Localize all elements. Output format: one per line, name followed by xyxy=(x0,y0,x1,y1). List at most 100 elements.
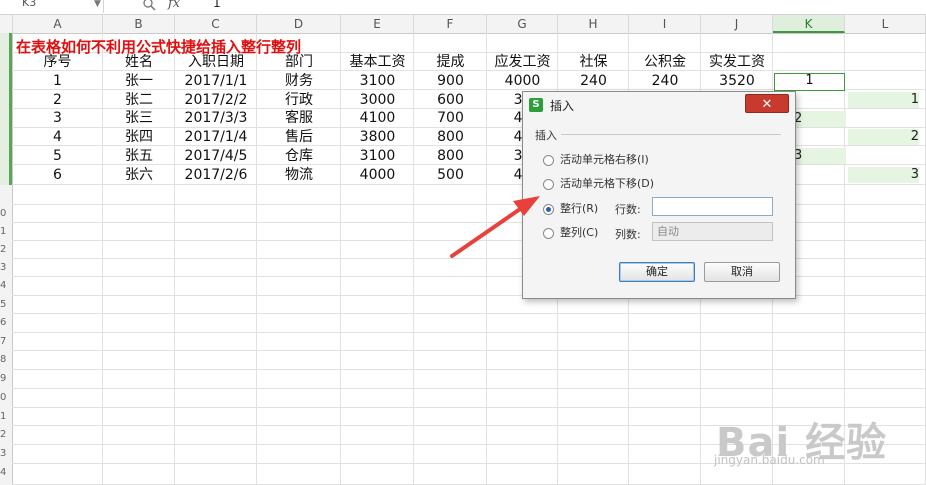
table-cell[interactable]: 张三 xyxy=(103,109,175,127)
row-header[interactable]: 9 xyxy=(0,370,12,388)
header-cell[interactable]: 社保 xyxy=(558,53,629,71)
option-shift-right[interactable]: 活动单元格右移(I) xyxy=(543,151,649,167)
row-header[interactable]: 7 xyxy=(0,333,12,351)
table-cell[interactable]: 800 xyxy=(414,128,487,146)
table-cell[interactable]: 5 xyxy=(12,147,103,165)
table-cell[interactable]: 3520 xyxy=(701,72,773,90)
row-header[interactable]: 2 xyxy=(0,426,12,444)
cell-k7[interactable]: 3 xyxy=(794,148,846,164)
table-cell[interactable]: 2017/1/4 xyxy=(175,128,257,146)
row-header[interactable]: 6 xyxy=(0,314,12,332)
cell-l4[interactable]: 1 xyxy=(848,92,919,108)
table-cell[interactable]: 6 xyxy=(12,166,103,184)
header-cell[interactable]: 序号 xyxy=(12,53,103,71)
table-cell[interactable]: 售后 xyxy=(257,128,341,146)
column-header-i[interactable]: I xyxy=(629,15,701,33)
table-cell[interactable]: 2017/4/5 xyxy=(175,147,257,165)
column-header-a[interactable]: A xyxy=(13,15,103,33)
header-cell[interactable]: 姓名 xyxy=(103,53,175,71)
option-entire-column[interactable]: 整列(C) xyxy=(543,224,598,240)
table-cell[interactable]: 4000 xyxy=(341,166,414,184)
cell-l6[interactable]: 2 xyxy=(848,129,919,145)
cell-k5[interactable]: 2 xyxy=(794,111,846,127)
table-cell[interactable]: 物流 xyxy=(257,166,341,184)
table-cell[interactable]: 张一 xyxy=(103,72,175,90)
table-cell[interactable]: 240 xyxy=(629,72,701,90)
cell-l8[interactable]: 3 xyxy=(848,167,919,183)
table-cell[interactable]: 仓库 xyxy=(257,147,341,165)
radio-shift-right[interactable] xyxy=(543,154,554,166)
table-cell[interactable]: 2017/2/2 xyxy=(175,91,257,109)
row-header[interactable]: 3 xyxy=(0,445,12,463)
table-cell[interactable]: 张二 xyxy=(103,91,175,109)
table-cell[interactable]: 1 xyxy=(12,72,103,90)
table-cell[interactable]: 张六 xyxy=(103,166,175,184)
table-cell[interactable]: 张五 xyxy=(103,147,175,165)
column-header-e[interactable]: E xyxy=(341,15,414,33)
header-cell[interactable]: 实发工资 xyxy=(701,53,773,71)
radio-shift-down[interactable] xyxy=(543,178,554,190)
rows-input[interactable] xyxy=(652,197,773,216)
table-cell[interactable]: 3 xyxy=(12,109,103,127)
zoom-icon[interactable] xyxy=(142,0,156,11)
table-cell[interactable]: 800 xyxy=(414,147,487,165)
table-cell[interactable]: 财务 xyxy=(257,72,341,90)
cancel-button[interactable]: 取消 xyxy=(704,262,780,282)
column-header-h[interactable]: H xyxy=(558,15,629,33)
table-cell[interactable]: 张四 xyxy=(103,128,175,146)
header-cell[interactable]: 入职日期 xyxy=(175,53,257,71)
row-header[interactable]: 4 xyxy=(0,464,12,482)
formula-input[interactable]: 1 xyxy=(213,0,221,10)
row-header[interactable]: 3 xyxy=(0,259,12,277)
table-cell[interactable]: 2017/1/1 xyxy=(175,72,257,90)
column-header-l[interactable]: L xyxy=(845,15,926,33)
row-header-selected-range[interactable] xyxy=(0,33,12,185)
fx-icon[interactable]: fx xyxy=(168,0,180,11)
table-cell[interactable]: 4100 xyxy=(341,109,414,127)
select-all-corner[interactable] xyxy=(0,15,13,33)
close-button[interactable]: ✕ xyxy=(745,94,789,113)
row-header[interactable]: 2 xyxy=(0,241,12,259)
cell-k3[interactable]: 1 xyxy=(774,72,845,90)
table-cell[interactable]: 行政 xyxy=(257,91,341,109)
name-box[interactable]: K3 xyxy=(0,0,104,13)
header-cell[interactable]: 公积金 xyxy=(629,53,701,71)
header-cell[interactable]: 基本工资 xyxy=(341,53,414,71)
table-cell[interactable]: 2017/2/6 xyxy=(175,166,257,184)
row-header[interactable]: 8 xyxy=(0,351,12,369)
column-header-k[interactable]: K xyxy=(773,15,845,33)
row-header[interactable]: 0 xyxy=(0,389,12,407)
table-cell[interactable]: 600 xyxy=(414,91,487,109)
dialog-title-bar[interactable]: S 插入 ✕ xyxy=(523,92,795,118)
header-cell[interactable]: 提成 xyxy=(414,53,487,71)
table-cell[interactable]: 3000 xyxy=(341,91,414,109)
columns-input[interactable]: 自动 xyxy=(652,222,773,241)
header-cell[interactable]: 应发工资 xyxy=(487,53,558,71)
row-header[interactable]: 1 xyxy=(0,408,12,426)
radio-entire-column[interactable] xyxy=(543,227,554,239)
column-header-b[interactable]: B xyxy=(103,15,175,33)
column-header-c[interactable]: C xyxy=(175,15,257,33)
table-cell[interactable]: 4000 xyxy=(487,72,558,90)
table-cell[interactable]: 3800 xyxy=(341,128,414,146)
column-header-f[interactable]: F xyxy=(414,15,487,33)
radio-entire-row[interactable] xyxy=(543,203,554,215)
row-header[interactable]: 5 xyxy=(0,296,12,314)
table-cell[interactable]: 3100 xyxy=(341,147,414,165)
table-cell[interactable]: 240 xyxy=(558,72,629,90)
column-header-d[interactable]: D xyxy=(257,15,341,33)
row-header[interactable]: 0 xyxy=(0,205,12,223)
header-cell[interactable]: 部门 xyxy=(257,53,341,71)
table-cell[interactable]: 客服 xyxy=(257,109,341,127)
ok-button[interactable]: 确定 xyxy=(619,262,695,282)
table-cell[interactable]: 4 xyxy=(12,128,103,146)
table-cell[interactable]: 500 xyxy=(414,166,487,184)
column-header-j[interactable]: J xyxy=(701,15,773,33)
option-entire-row[interactable]: 整行(R) xyxy=(543,200,598,216)
option-shift-down[interactable]: 活动单元格下移(D) xyxy=(543,175,654,191)
row-header[interactable]: 1 xyxy=(0,223,12,241)
chevron-down-icon[interactable]: ▼ xyxy=(94,0,101,9)
table-cell[interactable]: 2017/3/3 xyxy=(175,109,257,127)
column-header-g[interactable]: G xyxy=(487,15,558,33)
table-cell[interactable]: 3100 xyxy=(341,72,414,90)
